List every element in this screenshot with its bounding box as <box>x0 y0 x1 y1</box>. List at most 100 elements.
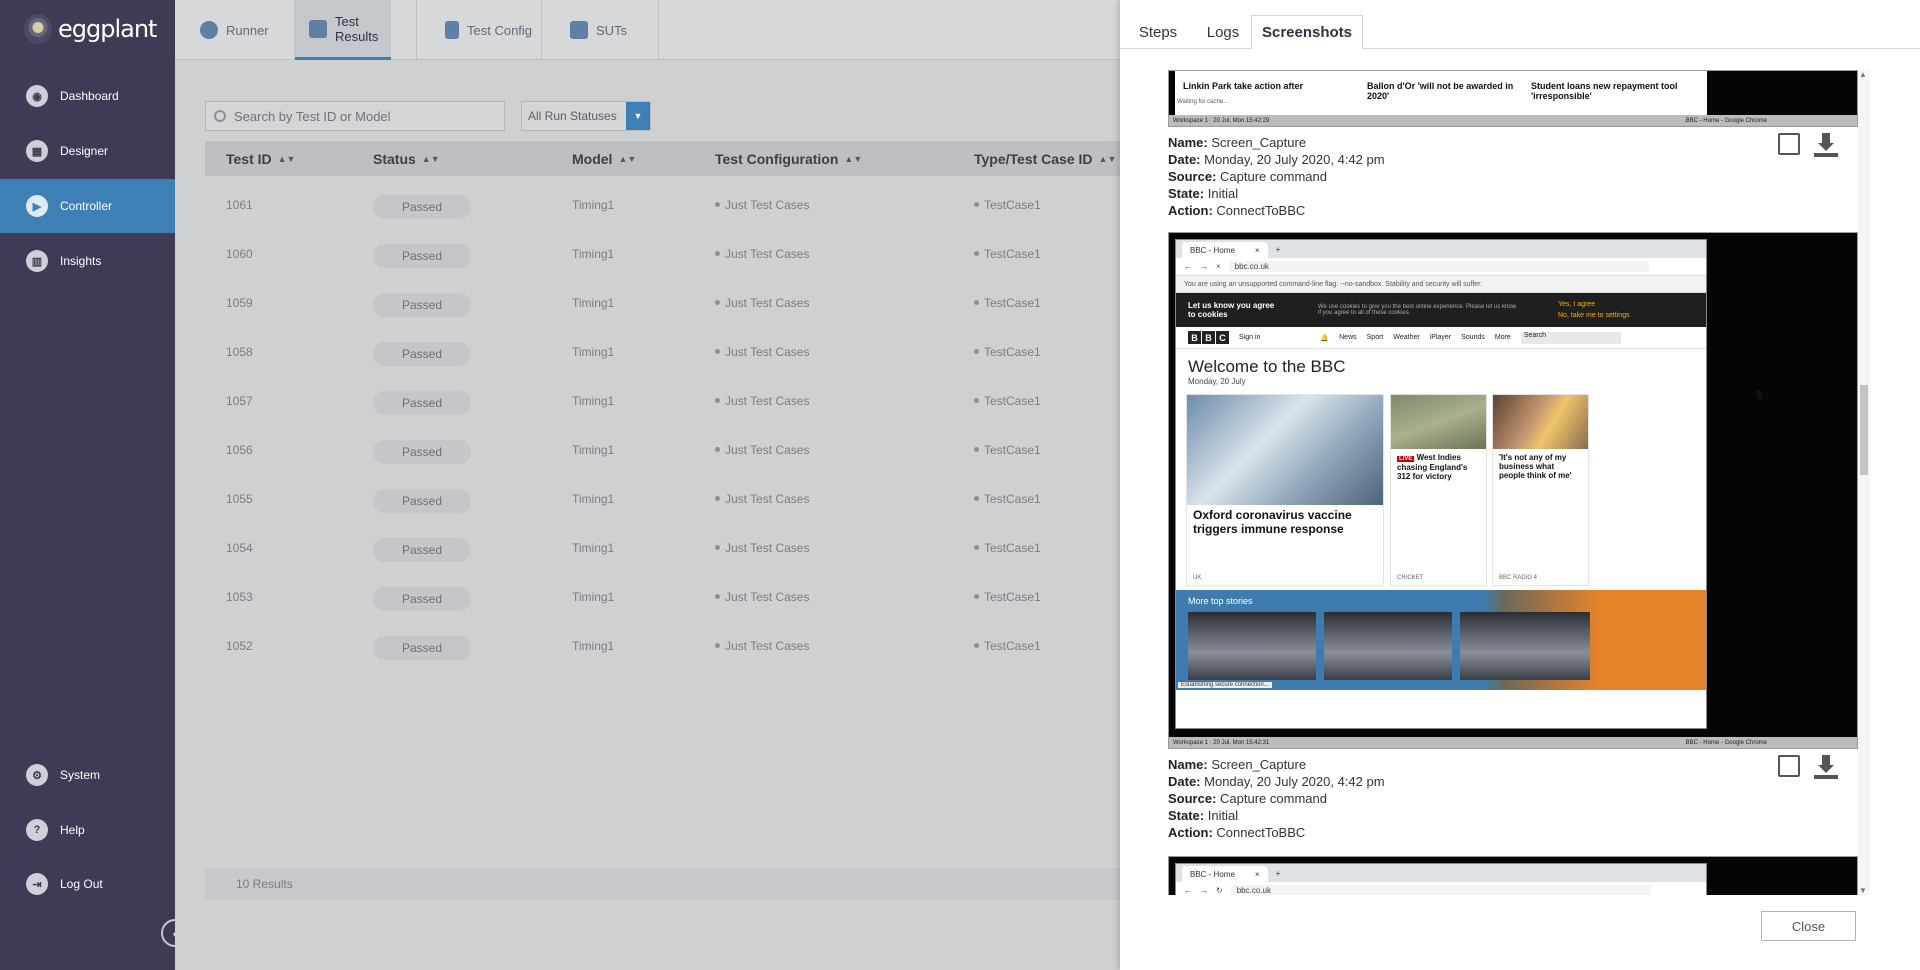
meta-source: Capture command <box>1220 169 1327 184</box>
test-case-id: TestCase1 <box>984 491 1041 506</box>
screenshot-meta: Name: Screen_Capture Date: Monday, 20 Ju… <box>1168 134 1768 219</box>
sidebar-item-controller[interactable]: ▶ Controller <box>0 179 175 233</box>
brand-logo[interactable]: eggplant <box>24 14 157 44</box>
expand-icon[interactable] <box>1778 755 1800 777</box>
bbc-welcome-date: Monday, 20 July <box>1188 377 1246 386</box>
meta-state: Initial <box>1207 808 1239 823</box>
search-field[interactable]: Search by Test ID or Model <box>205 101 505 131</box>
test-id: 1059 <box>226 295 253 310</box>
cell-test-id: 1053 <box>226 572 253 621</box>
cell-status: Passed <box>373 327 471 376</box>
monitor-icon <box>570 21 588 39</box>
download-icon[interactable] <box>1814 755 1838 779</box>
forward-icon: → <box>1200 262 1208 271</box>
tab-test-config[interactable]: Test Config <box>431 0 546 60</box>
status-badge: Passed <box>373 390 471 415</box>
tab-screenshots[interactable]: Screenshots <box>1251 15 1363 49</box>
table-row[interactable]: 1057 Passed Timing1 Just Test Cases TestCase… <box>205 376 1120 425</box>
table-row[interactable]: 1053 Passed Timing1 Just Test Cases TestCase… <box>205 572 1120 621</box>
bbc-nav-item: iPlayer <box>1429 334 1452 341</box>
cell-test-id: 1061 <box>226 180 253 229</box>
insights-icon: ▥ <box>26 250 48 272</box>
story-title: Oxford coronavirus vaccine triggers immu… <box>1193 508 1352 536</box>
screenshot-image[interactable]: BBC - Home × + ← → × bbc.co.uk You are usin… <box>1168 232 1858 749</box>
eggplant-logo-icon <box>24 14 52 44</box>
column-header-model[interactable]: Model ▲▼ <box>572 141 636 176</box>
sidebar-item-logout[interactable]: ⇥ Log Out <box>0 857 175 911</box>
meta-name: Screen_Capture <box>1211 135 1307 150</box>
bullet-icon <box>974 643 979 648</box>
scrollbar-thumb[interactable] <box>1860 385 1868 475</box>
meta-label: Source: <box>1168 169 1217 184</box>
bbc-nav-item: News <box>1339 334 1357 341</box>
column-header-type[interactable]: Type/Test Case ID ▲▼ <box>974 141 1116 176</box>
cookie-yes: Yes, I agree <box>1558 301 1596 308</box>
scroll-down-icon[interactable]: ▼ <box>1859 886 1867 895</box>
test-id: 1053 <box>226 589 253 604</box>
column-header-test-id[interactable]: Test ID ▲▼ <box>226 141 295 176</box>
meta-label: State: <box>1168 186 1205 201</box>
cell-test-id: 1060 <box>226 229 253 278</box>
table-header: Test ID ▲▼ Status ▲▼ Model ▲▼ Test Configur… <box>205 141 1120 176</box>
tab-suts[interactable]: SUTs <box>556 0 641 60</box>
browser-tab-title: BBC - Home <box>1190 869 1235 879</box>
sidebar-item-dashboard[interactable]: ◉ Dashboard <box>0 69 175 123</box>
details-panel: Steps Logs Screenshots Linkin Park take … <box>1120 0 1920 970</box>
bbc-sign-in: Sign in <box>1239 334 1261 341</box>
close-button[interactable]: Close <box>1761 911 1856 941</box>
panel-scrollbar[interactable]: ▲ ▼ <box>1858 70 1870 895</box>
screenshot-image[interactable]: BBC - Home × + ← → ↻ bbc.co.uk <box>1168 856 1858 895</box>
screenshot-actions <box>1778 755 1838 779</box>
run-status-select[interactable]: All Run Statuses ▼ <box>521 101 651 131</box>
browser-status: Establishing secure connection... <box>1178 682 1272 688</box>
tab-steps[interactable]: Steps <box>1130 15 1186 49</box>
column-header-test-configuration[interactable]: Test Configuration ▲▼ <box>715 141 862 176</box>
cell-model: Timing1 <box>572 229 614 278</box>
column-header-status[interactable]: Status ▲▼ <box>373 141 440 176</box>
download-icon[interactable] <box>1814 133 1838 157</box>
cell-test-config: Just Test Cases <box>715 474 809 523</box>
table-row[interactable]: 1054 Passed Timing1 Just Test Cases TestCase… <box>205 523 1120 572</box>
cell-status: Passed <box>373 474 471 523</box>
designer-icon: ▦ <box>26 140 48 162</box>
model-name: Timing1 <box>572 295 615 310</box>
bullet-icon <box>715 643 720 648</box>
expand-icon[interactable] <box>1778 133 1800 155</box>
sidebar-item-help[interactable]: ? Help <box>0 803 175 857</box>
results-count-label: 10 Results <box>236 877 293 891</box>
story-tag: UK <box>1193 575 1202 581</box>
sidebar-item-designer[interactable]: ▦ Designer <box>0 124 175 178</box>
status-badge: Passed <box>373 439 471 464</box>
sort-icon: ▲▼ <box>844 153 863 164</box>
bullet-icon <box>715 594 720 599</box>
table-row[interactable]: 1056 Passed Timing1 Just Test Cases TestCase… <box>205 425 1120 474</box>
tab-test-results[interactable]: Test Results <box>295 0 391 60</box>
screenshots-list[interactable]: Linkin Park take action after Ballon d'O… <box>1168 70 1858 895</box>
scroll-up-icon[interactable]: ▲ <box>1859 70 1867 79</box>
tab-divider <box>294 0 295 60</box>
tab-runner[interactable]: Runner <box>186 0 283 60</box>
table-row[interactable]: 1055 Passed Timing1 Just Test Cases TestCase… <box>205 474 1120 523</box>
sidebar-item-label: Log Out <box>60 877 103 891</box>
sidebar-item-insights[interactable]: ▥ Insights <box>0 234 175 288</box>
table-row[interactable]: 1058 Passed Timing1 Just Test Cases TestCase… <box>205 327 1120 376</box>
test-id: 1057 <box>226 393 253 408</box>
close-icon: × <box>1254 869 1260 879</box>
sidebar-item-system[interactable]: ⚙ System <box>0 748 175 802</box>
bullet-icon <box>715 251 720 256</box>
document-icon <box>445 21 459 39</box>
screenshot-image[interactable]: Linkin Park take action after Ballon d'O… <box>1168 70 1858 127</box>
sidebar: eggplant ◉ Dashboard ▦ Designer ▶ Contro… <box>0 0 175 970</box>
controller-icon: ▶ <box>26 195 48 217</box>
table-row[interactable]: 1060 Passed Timing1 Just Test Cases TestCase… <box>205 229 1120 278</box>
cell-test-config: Just Test Cases <box>715 180 809 229</box>
table-row[interactable]: 1061 Passed Timing1 Just Test Cases TestCase… <box>205 180 1120 229</box>
table-row[interactable]: 1052 Passed Timing1 Just Test Cases TestCase… <box>205 621 1120 670</box>
table-row[interactable]: 1059 Passed Timing1 Just Test Cases TestCase… <box>205 278 1120 327</box>
browser-tab-title: BBC - Home <box>1190 245 1235 255</box>
header-label: Test Configuration <box>715 150 839 167</box>
tab-logs[interactable]: Logs <box>1198 15 1248 49</box>
sort-icon: ▲▼ <box>618 153 637 164</box>
test-config: Just Test Cases <box>725 295 810 310</box>
tab-label: Steps <box>1138 23 1178 41</box>
